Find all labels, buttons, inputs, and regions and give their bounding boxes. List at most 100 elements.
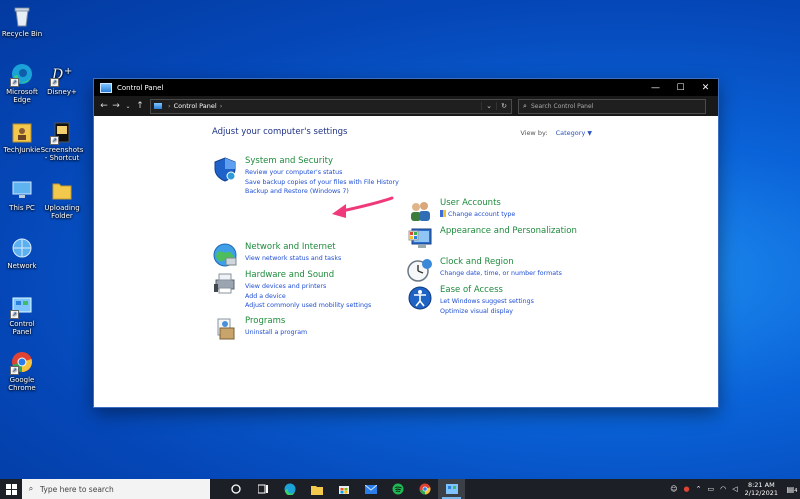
breadcrumb-control-panel[interactable]: Control Panel — [174, 102, 217, 110]
file-explorer-icon[interactable] — [303, 479, 330, 499]
view-by-label: View by: — [520, 129, 548, 137]
annotation-arrow-icon — [332, 196, 394, 218]
people-icon[interactable]: ☺ — [670, 485, 677, 493]
edge-icon: ↗ — [10, 62, 34, 87]
folder-user-icon — [10, 120, 34, 144]
desktop-icon-label: Google Chrome — [8, 376, 36, 392]
desktop-icon-network[interactable]: Network — [0, 236, 44, 270]
chrome-icon[interactable] — [411, 479, 438, 499]
link-review-status[interactable]: Review your computer's status — [245, 168, 399, 178]
link-file-history[interactable]: Save backup copies of your files with Fi… — [245, 178, 399, 188]
desktop-icon-chrome[interactable]: ↗ Google Chrome — [0, 350, 44, 392]
link-mobility-settings[interactable]: Adjust commonly used mobility settings — [245, 301, 371, 311]
category-title[interactable]: Programs — [245, 316, 285, 326]
search-box[interactable]: ⌕ Search Control Panel — [518, 98, 706, 114]
shield-icon — [212, 156, 238, 182]
forward-arrow-icon[interactable]: → — [110, 101, 122, 111]
ease-of-access-icon — [407, 285, 433, 311]
link-uninstall-program[interactable]: Uninstall a program — [245, 328, 307, 338]
shortcut-arrow-icon: ↗ — [50, 78, 59, 87]
windows-logo-icon — [5, 483, 17, 495]
category-title[interactable]: User Accounts — [440, 198, 501, 208]
shortcut-arrow-icon: ↗ — [10, 78, 19, 87]
control-panel-icon — [154, 103, 162, 109]
desktop-icon-label: Disney+ — [47, 88, 77, 96]
minimize-button[interactable]: — — [643, 79, 668, 96]
desktop-icon-recycle-bin[interactable]: Recycle Bin — [0, 4, 44, 38]
edge-icon[interactable] — [276, 479, 303, 499]
desktop-icon-control-panel[interactable]: ↗ Control Panel — [0, 294, 44, 336]
this-pc-icon — [10, 178, 34, 202]
desktop-icon-uploading-folder[interactable]: Uploading Folder — [40, 178, 84, 220]
desktop-icon-screenshots[interactable]: ↗ Screenshots - Shortcut — [40, 120, 84, 162]
category-title[interactable]: Appearance and Personalization — [440, 226, 577, 236]
start-button[interactable] — [0, 479, 22, 499]
network-tray-icon[interactable]: ◠ — [720, 485, 726, 493]
spotify-icon[interactable] — [384, 479, 411, 499]
address-toolbar: ← → ⌄ ↑ › Control Panel › ⌄ ↻ ⌕ Search C… — [94, 96, 718, 116]
mail-icon[interactable] — [357, 479, 384, 499]
volume-icon[interactable]: ◁ — [732, 485, 737, 493]
taskbar: ⌕ Type here to search ☺ ● ⌃ ▭ ◠ ◁ 8:21 A… — [0, 479, 800, 499]
category-title[interactable]: System and Security — [245, 156, 333, 166]
network-icon — [10, 236, 34, 260]
desktop-icon-this-pc[interactable]: This PC — [0, 178, 44, 212]
close-button[interactable]: ✕ — [693, 79, 718, 96]
search-icon: ⌕ — [523, 101, 527, 110]
desktop-icon-label: Uploading Folder — [44, 204, 80, 220]
shortcut-arrow-icon: ↗ — [10, 310, 19, 319]
shortcut-arrow-icon: ↗ — [10, 366, 19, 375]
window-title: Control Panel — [117, 83, 164, 92]
up-arrow-icon[interactable]: ↑ — [134, 101, 146, 111]
link-windows-suggest-settings[interactable]: Let Windows suggest settings — [440, 297, 534, 307]
action-center-button[interactable]: ▤4 — [784, 485, 800, 494]
desktop-icon-techjunkie[interactable]: TechJunkie — [0, 120, 44, 154]
breadcrumb-separator[interactable]: › — [220, 102, 223, 110]
category-title[interactable]: Hardware and Sound — [245, 270, 334, 280]
maximize-button[interactable]: ☐ — [668, 79, 693, 96]
control-panel-icon — [445, 484, 458, 494]
link-date-time-formats[interactable]: Change date, time, or number formats — [440, 269, 562, 279]
category-title[interactable]: Clock and Region — [440, 257, 514, 267]
desktop-icon-disney-plus[interactable]: D + ↗ Disney+ — [40, 62, 84, 96]
system-clock[interactable]: 8:21 AM 2/12/2021 — [745, 481, 778, 497]
battery-icon[interactable]: ▭ — [708, 485, 715, 493]
taskbar-search[interactable]: ⌕ Type here to search — [22, 479, 210, 499]
link-optimize-visual-display[interactable]: Optimize visual display — [440, 307, 534, 317]
svg-text:+: + — [64, 66, 72, 77]
category-title[interactable]: Ease of Access — [440, 285, 503, 295]
address-bar[interactable]: › Control Panel › ⌄ ↻ — [150, 98, 512, 114]
dropdown-caret-icon[interactable]: ▼ — [587, 130, 592, 137]
desktop-icon-label: Microsoft Edge — [6, 88, 38, 104]
link-devices-printers[interactable]: View devices and printers — [245, 282, 371, 292]
show-hidden-icons-chevron-icon[interactable]: ⌃ — [696, 485, 702, 493]
link-network-status[interactable]: View network status and tasks — [245, 254, 341, 264]
back-arrow-icon[interactable]: ← — [98, 101, 110, 111]
store-icon[interactable] — [330, 479, 357, 499]
antivirus-icon[interactable]: ● — [684, 485, 690, 493]
control-panel-icon — [100, 82, 112, 93]
globe-icon — [212, 242, 238, 268]
address-dropdown-chevron-icon[interactable]: ⌄ — [481, 102, 496, 110]
refresh-icon[interactable]: ↻ — [496, 102, 511, 110]
task-view-icon[interactable] — [222, 479, 249, 499]
widgets-icon[interactable] — [249, 479, 276, 499]
desktop-icon-label: Control Panel — [9, 320, 35, 336]
desktop-icon-label: Network — [7, 262, 37, 270]
screenshots-icon: ↗ — [50, 120, 74, 145]
link-add-device[interactable]: Add a device — [245, 292, 371, 302]
link-text[interactable]: Change account type — [448, 211, 515, 218]
recent-locations-chevron-icon[interactable]: ⌄ — [122, 103, 134, 110]
system-tray: ☺ ● ⌃ ▭ ◠ ◁ 8:21 AM 2/12/2021 ▤4 — [667, 479, 800, 499]
search-icon: ⌕ — [28, 484, 34, 493]
link-change-account-type[interactable]: Change account type — [440, 210, 515, 220]
desktop-icon-edge[interactable]: ↗ Microsoft Edge — [0, 62, 44, 104]
clock-icon — [407, 257, 433, 283]
taskbar-search-input[interactable]: Type here to search — [40, 485, 114, 494]
control-panel-taskbar-button[interactable] — [438, 479, 465, 499]
search-input[interactable]: Search Control Panel — [531, 103, 593, 110]
category-title[interactable]: Network and Internet — [245, 242, 336, 252]
view-by-dropdown[interactable]: Category — [556, 129, 586, 137]
notification-count: 4 — [794, 487, 798, 494]
title-bar[interactable]: Control Panel — ☐ ✕ — [94, 79, 718, 96]
